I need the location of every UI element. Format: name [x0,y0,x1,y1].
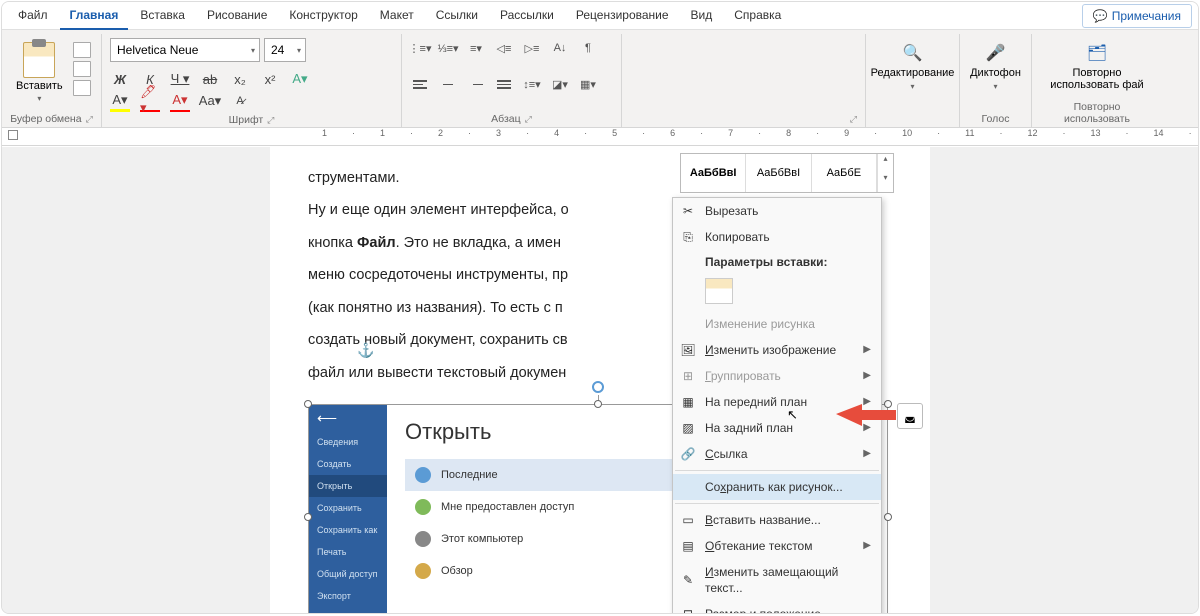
comment-icon: 💬 [1093,9,1108,23]
context-menu-item[interactable]: ✂Вырезать [673,198,881,224]
font-color-button[interactable]: A▾ [170,90,190,112]
align-center-button[interactable] [438,75,458,95]
menu-item-icon: ▦ [680,394,696,410]
paste-icon [23,42,55,78]
tab-рассылки[interactable]: Рассылки [490,2,564,30]
menu-item-icon: ⊡ [680,606,696,614]
horizontal-ruler[interactable]: 1·1·2·3·4·5·6·7·8·9·10·11·12·13·14·15·16… [2,128,1198,146]
font-size-select[interactable]: 24 [264,38,306,62]
context-menu-item: Изменение рисунка [673,311,881,337]
sort-button[interactable]: A↓ [550,38,570,58]
editing-button[interactable]: 🔍 Редактирование ▾ [874,38,951,95]
microphone-icon: 🎤 [985,42,1007,64]
resize-handle[interactable] [884,513,892,521]
tab-ссылки[interactable]: Ссылки [426,2,488,30]
menu-item-icon: ✎ [680,572,696,588]
context-menu-item[interactable]: ▭Вставить название... [673,507,881,533]
context-menu-item: ⊞Группировать▶ [673,363,881,389]
file-menu-item[interactable]: Создать [309,453,387,475]
inc-indent-button[interactable]: ▷≡ [522,38,542,58]
format-painter-icon[interactable] [73,80,91,96]
font-color-underline-button[interactable]: 🖊▾ [140,90,160,112]
multilevel-button[interactable]: ≡▾ [466,38,486,58]
menu-item-icon: 🔗 [680,446,696,462]
tab-файл[interactable]: Файл [8,2,58,30]
file-menu-item[interactable]: Экспорт [309,585,387,607]
shading-button[interactable]: ◪▾ [550,75,570,95]
file-menu-item[interactable]: Сохранить [309,497,387,519]
menu-item-icon: ⎘ [680,229,696,245]
show-marks-button[interactable]: ¶ [578,38,598,58]
tab-макет[interactable]: Макет [370,2,424,30]
menu-item-icon: ▤ [680,538,696,554]
tab-справка[interactable]: Справка [724,2,791,30]
borders-button[interactable]: ▦▾ [578,75,598,95]
file-menu-item[interactable]: Печать [309,541,387,563]
numbering-button[interactable]: ⅓≡▾ [438,38,458,58]
rotate-handle[interactable] [592,381,604,393]
search-icon: 🔍 [902,42,924,64]
context-menu-item[interactable]: Сохранить как рисунок... [673,474,881,500]
paste-option-icon[interactable] [705,278,733,304]
file-menu-item[interactable]: Сведения [309,431,387,453]
superscript-button[interactable]: x² [260,68,280,90]
context-menu-item[interactable]: 🖼Изменить изображение▶ [673,337,881,363]
tab-рецензирование[interactable]: Рецензирование [566,2,679,30]
file-menu-item[interactable]: Открыть [309,475,387,497]
context-menu-header: Параметры вставки: [673,250,881,274]
highlight-button[interactable]: A▾ [110,90,130,112]
context-menu-item[interactable]: ▤Обтекание текстом▶ [673,533,881,559]
red-arrow-annotation [834,398,904,434]
menu-item-icon: ▨ [680,420,696,436]
bold-button[interactable]: Ж [110,68,130,90]
context-menu-item[interactable]: ✎Изменить замещающий текст... [673,559,881,601]
comments-button[interactable]: 💬 Примечания [1082,4,1192,28]
file-menu-item[interactable]: Общий доступ [309,563,387,585]
tab-главная[interactable]: Главная [60,2,129,30]
clear-format-button[interactable]: A̷ [230,90,250,112]
align-right-button[interactable] [466,75,486,95]
copy-icon[interactable] [73,61,91,77]
reuse-files-button[interactable]: 🗂 Повторно использовать фай [1040,38,1154,95]
menu-item-icon: ✂ [680,203,696,219]
document-϶area[interactable]: струментами. Ну и еще один элемент интер… [2,147,1198,613]
subscript-button[interactable]: x₂ [230,68,250,90]
underline-button[interactable]: Ч ▾ [170,68,190,90]
menu-item-icon: 🖼 [680,342,696,358]
line-spacing-button[interactable]: ↕≡▾ [522,75,542,95]
context-menu-item[interactable]: 🔗Ссылка▶ [673,441,881,467]
tab-конструктор[interactable]: Конструктор [279,2,367,30]
cursor-icon: ↖ [787,407,798,423]
file-menu-item[interactable]: Сохранить как [309,519,387,541]
paste-button[interactable]: Вставить ▾ [10,38,69,107]
tab-вставка[interactable]: Вставка [130,2,195,30]
file-menu-item[interactable]: Закрыть [309,607,387,614]
align-left-button[interactable] [410,75,430,95]
context-menu-item[interactable]: ⎘Копировать [673,224,881,250]
anchor-icon: ⚓ [357,342,374,359]
reuse-icon: 🗂 [1086,42,1108,64]
strike-button[interactable]: ab [200,68,220,90]
dictate-button[interactable]: 🎤 Диктофон ▾ [968,38,1023,95]
justify-button[interactable] [494,75,514,95]
file-menu-sidebar: ⟵ СведенияСоздатьОткрытьСохранитьСохрани… [309,405,387,614]
cut-icon[interactable] [73,42,91,58]
back-button[interactable]: ⟵ [309,405,387,431]
dec-indent-button[interactable]: ◁≡ [494,38,514,58]
change-case-button[interactable]: Aa▾ [200,90,220,112]
font-name-select[interactable]: Helvetica Neue [110,38,260,62]
menu-item-icon: ⊞ [680,368,696,384]
style-gallery[interactable]: АаБбВвI АаБбВвI АаБбЕ ▴▾ [680,153,894,193]
tab-рисование[interactable]: Рисование [197,2,277,30]
context-menu-item[interactable]: ⊡Размер и положение... [673,601,881,614]
bullets-button[interactable]: ⋮≡▾ [410,38,430,58]
ribbon-tabs: ФайлГлавнаяВставкаРисованиеКонструкторМа… [8,2,791,30]
menu-item-icon: ▭ [680,512,696,528]
text-effects-button[interactable]: A▾ [290,68,310,90]
title-bar: ФайлГлавнаяВставкаРисованиеКонструкторМа… [2,2,1198,30]
tab-вид[interactable]: Вид [681,2,723,30]
ribbon: Вставить ▾ Буфер обмена⤢ Helvetica Neue … [2,30,1198,128]
